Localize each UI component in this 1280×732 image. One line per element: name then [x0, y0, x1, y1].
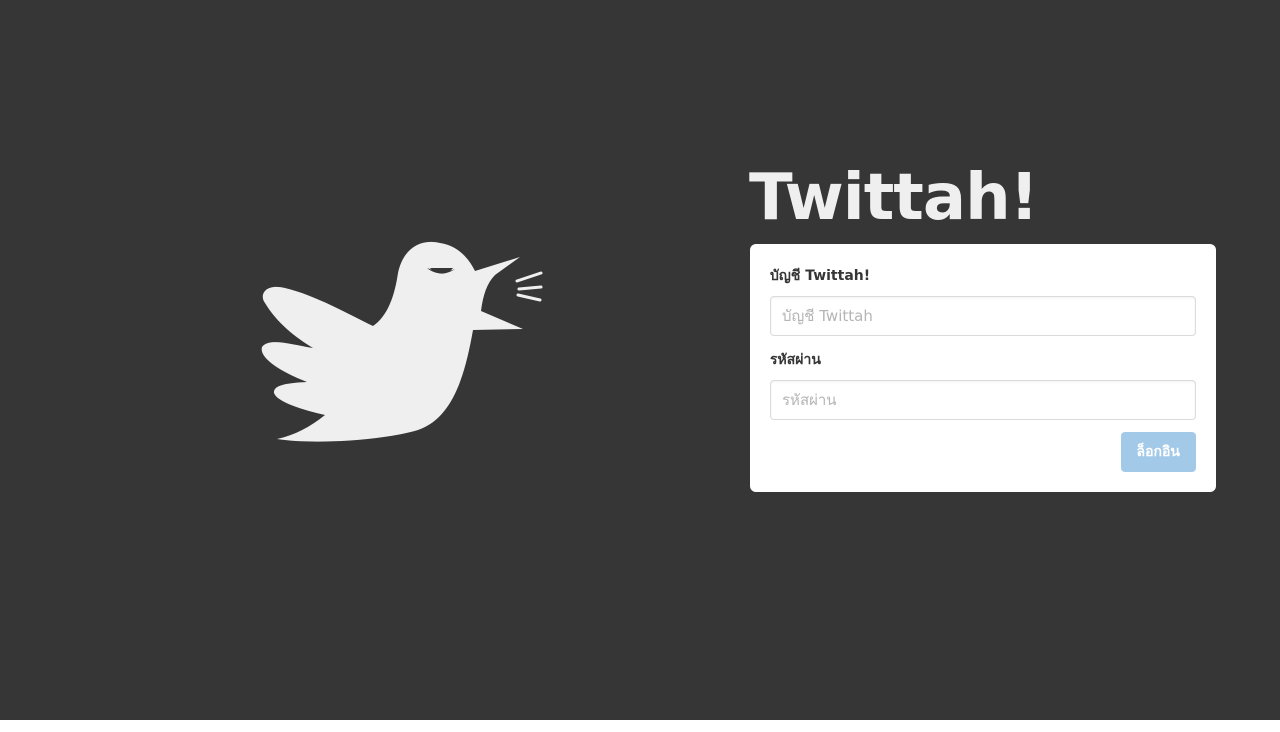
form-actions: ล็อกอิน	[770, 432, 1196, 472]
brand-title: Twittah!	[749, 161, 1039, 235]
login-card: บัญชี Twittah! รหัสผ่าน ล็อกอิน	[750, 244, 1216, 492]
account-input[interactable]	[770, 296, 1196, 336]
shouting-bird-icon	[261, 241, 543, 442]
password-label: รหัสผ่าน	[770, 352, 821, 368]
account-label: บัญชี Twittah!	[770, 268, 871, 284]
password-input[interactable]	[770, 380, 1196, 420]
login-button[interactable]: ล็อกอิน	[1120, 432, 1196, 472]
login-page: Twittah! บัญชี Twittah! รหัสผ่าน ล็อกอิน	[0, 0, 1280, 720]
